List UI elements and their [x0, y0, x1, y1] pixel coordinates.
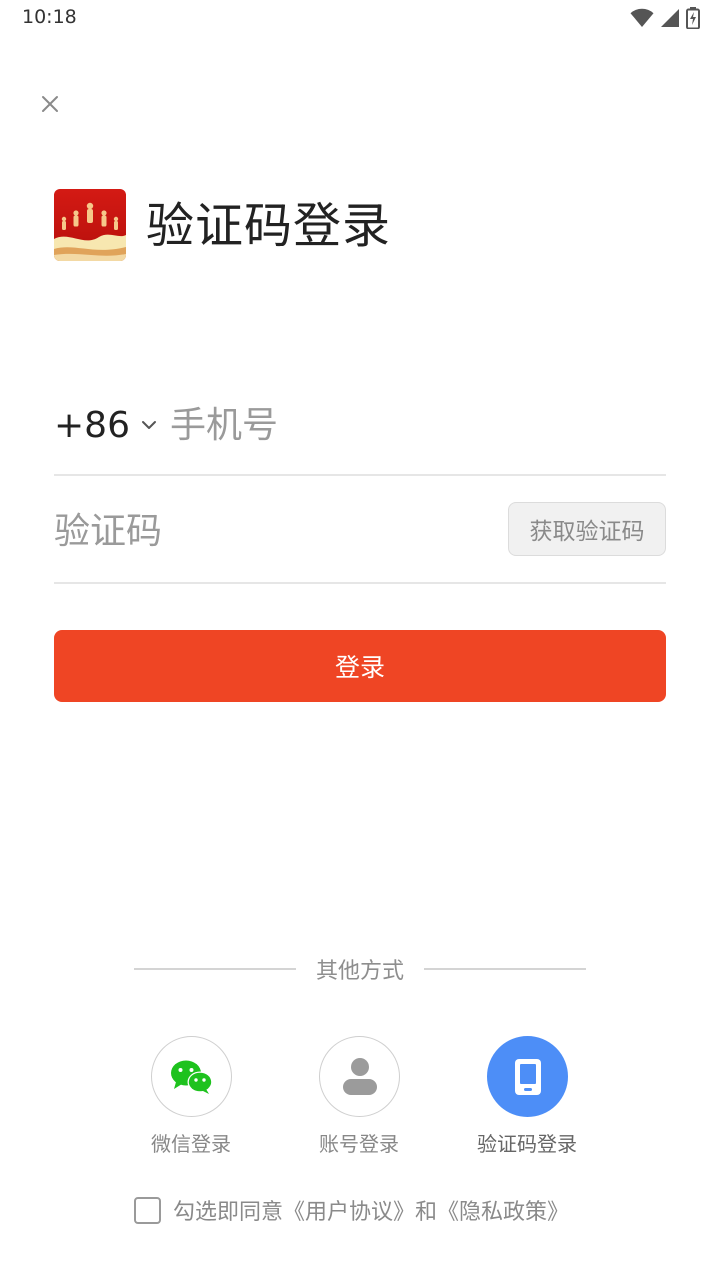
code-login-circle[interactable]	[487, 1036, 568, 1117]
chevron-down-icon	[141, 421, 156, 429]
wechat-login-option[interactable]: 微信登录	[121, 1036, 261, 1156]
user-agreement-link[interactable]: 《用户协议》	[283, 1194, 415, 1226]
wechat-login-label: 微信登录	[151, 1132, 231, 1156]
phone-icon	[514, 1058, 541, 1095]
privacy-policy-link[interactable]: 《隐私政策》	[437, 1194, 569, 1226]
phone-input[interactable]	[170, 398, 650, 452]
status-bar: 10:18	[0, 0, 720, 36]
app-logo	[54, 189, 126, 261]
wechat-icon	[170, 1060, 212, 1094]
agreement-row: 勾选即同意 《用户协议》 和 《隐私政策》	[134, 1194, 569, 1226]
other-methods-divider: 其他方式	[134, 952, 586, 986]
get-code-button[interactable]: 获取验证码	[508, 502, 666, 556]
code-login-label: 验证码登录	[477, 1132, 577, 1156]
phone-row: +86	[54, 392, 666, 476]
wifi-icon	[630, 8, 654, 27]
account-login-option[interactable]: 账号登录	[289, 1036, 429, 1156]
wechat-login-circle[interactable]	[151, 1036, 232, 1117]
agreement-prefix: 勾选即同意	[173, 1200, 284, 1225]
account-login-circle[interactable]	[319, 1036, 400, 1117]
status-time: 10:18	[22, 6, 77, 28]
close-icon	[42, 96, 58, 112]
close-button[interactable]	[36, 90, 64, 118]
verification-code-input[interactable]	[54, 504, 474, 558]
agreement-checkbox[interactable]	[134, 1196, 161, 1224]
login-button[interactable]: 登录	[54, 630, 666, 702]
code-login-option[interactable]: 验证码登录	[457, 1036, 597, 1156]
status-icons	[630, 6, 700, 30]
country-code-selector[interactable]: +86	[54, 400, 158, 450]
account-login-label: 账号登录	[319, 1132, 399, 1156]
divider-line-left	[134, 968, 296, 970]
divider-line-right	[423, 968, 586, 970]
signal-icon	[661, 9, 679, 27]
user-icon	[342, 1057, 377, 1095]
agreement-conjunction: 和	[415, 1200, 438, 1225]
battery-icon	[686, 7, 700, 29]
code-row: 获取验证码	[54, 476, 666, 584]
country-code-value: +86	[54, 404, 130, 446]
page-title: 验证码登录	[146, 198, 392, 254]
other-methods-title: 其他方式	[315, 959, 404, 984]
